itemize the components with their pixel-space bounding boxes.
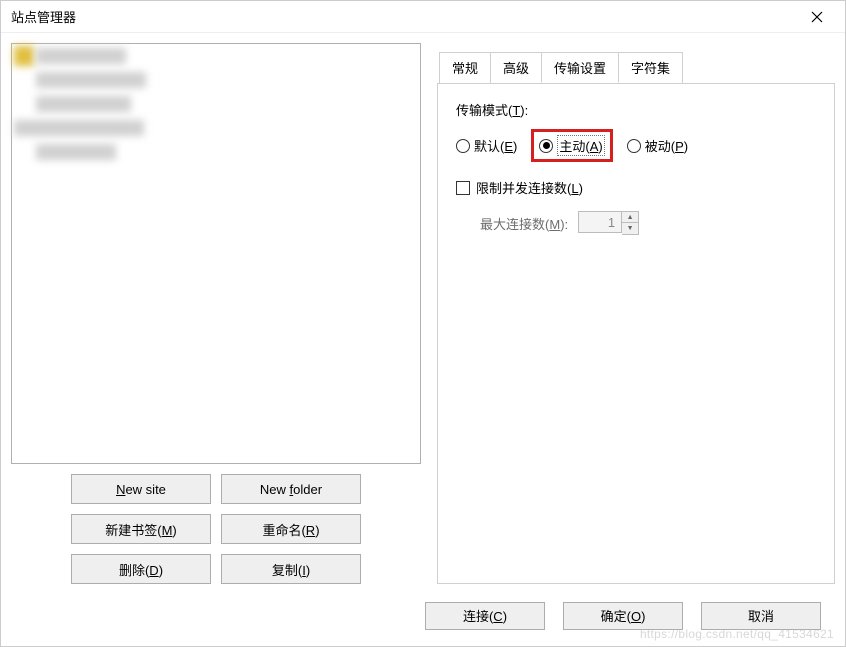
tab-transfer[interactable]: 传输设置 — [541, 52, 619, 83]
transfer-mode-label: 传输模式(T): — [456, 100, 816, 119]
tree-item-blurred — [36, 48, 126, 64]
left-pane: New site New folder 新建书签(M) 重命名(R) 删除(D)… — [11, 43, 421, 584]
titlebar: 站点管理器 — [1, 1, 845, 33]
connect-button[interactable]: 连接(C) — [425, 602, 545, 630]
radio-label: 默认(E) — [474, 136, 517, 155]
tab-general[interactable]: 常规 — [439, 52, 491, 83]
limit-connections-checkbox[interactable]: 限制并发连接数(L) — [456, 178, 816, 197]
rename-button[interactable]: 重命名(R) — [221, 514, 361, 544]
tab-charset[interactable]: 字符集 — [618, 52, 683, 83]
radio-active[interactable]: 主动(A) — [539, 135, 604, 156]
radio-label: 主动(A) — [557, 135, 604, 156]
highlight-active-mode: 主动(A) — [531, 129, 612, 162]
radio-default[interactable]: 默认(E) — [456, 136, 517, 155]
close-icon — [811, 11, 823, 23]
tree-item-blurred — [36, 96, 131, 112]
new-bookmark-button[interactable]: 新建书签(M) — [71, 514, 211, 544]
radio-icon — [627, 139, 641, 153]
radio-icon — [539, 139, 553, 153]
ok-button[interactable]: 确定(O) — [563, 602, 683, 630]
radio-label: 被动(P) — [645, 136, 688, 155]
cancel-button[interactable]: 取消 — [701, 602, 821, 630]
max-conn-input[interactable] — [578, 211, 622, 233]
spinner-buttons: ▲ ▼ — [622, 211, 639, 235]
copy-button[interactable]: 复制(I) — [221, 554, 361, 584]
dialog-footer: 连接(C) 确定(O) 取消 — [1, 594, 845, 646]
radio-passive[interactable]: 被动(P) — [627, 136, 688, 155]
tab-advanced[interactable]: 高级 — [490, 52, 542, 83]
max-conn-spinner: ▲ ▼ — [578, 211, 639, 235]
radio-icon — [456, 139, 470, 153]
transfer-mode-radios: 默认(E) 主动(A) 被动(P) — [456, 129, 816, 162]
tab-bar: 常规 高级 传输设置 字符集 — [439, 51, 835, 83]
tree-folder-icon — [14, 46, 34, 66]
site-tree[interactable] — [11, 43, 421, 464]
content-area: New site New folder 新建书签(M) 重命名(R) 删除(D)… — [1, 33, 845, 594]
window-title: 站点管理器 — [11, 7, 795, 26]
new-site-button[interactable]: New site — [71, 474, 211, 504]
tree-item-blurred — [14, 120, 144, 136]
tree-item-blurred — [36, 144, 116, 160]
max-connections-row: 最大连接数(M): ▲ ▼ — [480, 211, 816, 235]
new-folder-button[interactable]: New folder — [221, 474, 361, 504]
max-conn-label: 最大连接数(M): — [480, 214, 568, 233]
site-buttons: New site New folder 新建书签(M) 重命名(R) 删除(D)… — [11, 474, 421, 584]
spinner-down-button[interactable]: ▼ — [622, 223, 638, 234]
transfer-panel: 传输模式(T): 默认(E) 主动(A) 被动(P) — [437, 83, 835, 584]
right-pane: 常规 高级 传输设置 字符集 传输模式(T): 默认(E) 主动(A) — [437, 43, 835, 584]
delete-button[interactable]: 删除(D) — [71, 554, 211, 584]
spinner-up-button[interactable]: ▲ — [622, 212, 638, 223]
dialog-window: 站点管理器 New site New folder 新建书签(M) 重命名(R)… — [0, 0, 846, 647]
checkbox-label: 限制并发连接数(L) — [476, 178, 583, 197]
checkbox-icon — [456, 181, 470, 195]
tree-item-blurred — [36, 72, 146, 88]
close-button[interactable] — [795, 2, 839, 32]
